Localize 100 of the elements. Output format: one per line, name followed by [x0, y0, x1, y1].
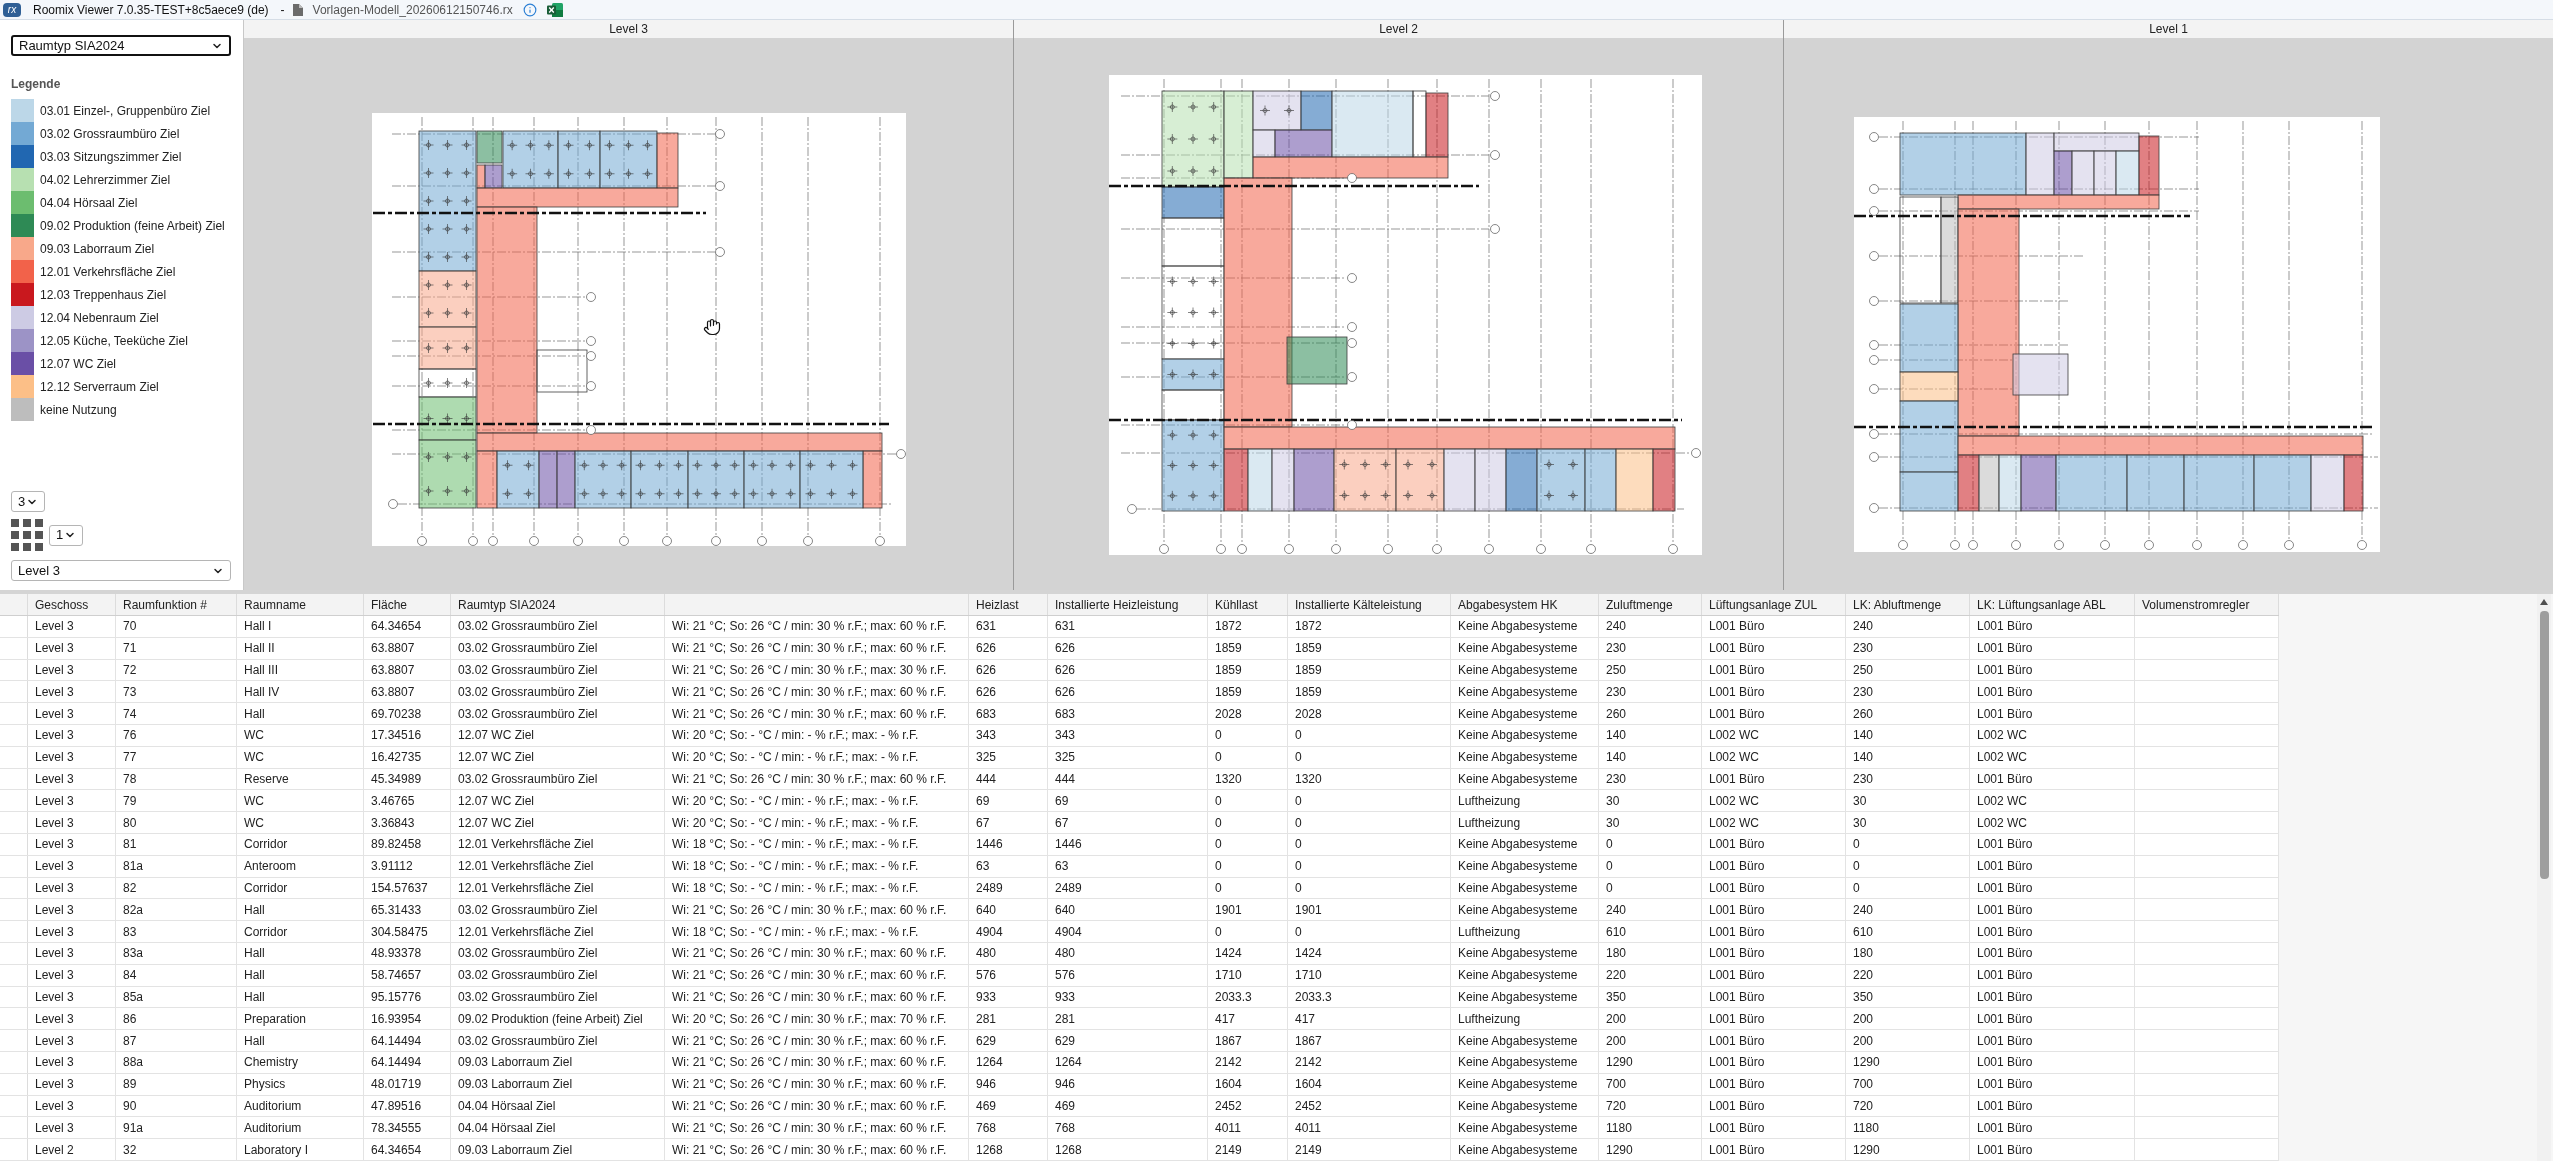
- column-header[interactable]: Lüftungsanlage ZUL: [1702, 594, 1846, 615]
- table-cell: Wi: 21 °C; So: 26 °C / min: 30 % r.F.; max: 60 % r.F.: [665, 703, 969, 724]
- scroll-up-arrow-icon[interactable]: [2540, 599, 2548, 605]
- scrollbar-thumb[interactable]: [2539, 611, 2549, 879]
- grid-layout-icon[interactable]: [11, 519, 43, 551]
- table-cell: 30: [1846, 812, 1970, 833]
- legend-label: 09.02 Produktion (feine Arbeit) Ziel: [40, 217, 225, 235]
- layout-select[interactable]: 1: [49, 524, 83, 546]
- table-cell: L001 Büro: [1702, 921, 1846, 942]
- table-cell: 444: [969, 768, 1048, 790]
- table-cell: Level 3: [28, 986, 116, 1008]
- table-cell: L001 Büro: [1970, 1095, 2135, 1117]
- column-header[interactable]: Geschoss: [28, 594, 116, 615]
- table-cell: 03.02 Grossraumbüro Ziel: [451, 899, 665, 921]
- table-cell: 1424: [1208, 942, 1288, 964]
- table-cell: L001 Büro: [1702, 986, 1846, 1008]
- table-cell: 81a: [116, 855, 237, 877]
- table-cell: Level 3: [28, 746, 116, 768]
- table-cell: L002 WC: [1702, 812, 1846, 833]
- legend-label: keine Nutzung: [40, 401, 117, 419]
- table-cell: 626: [969, 637, 1048, 659]
- table-cell: 70: [116, 616, 237, 637]
- pane-title: Level 1: [1784, 20, 2553, 38]
- table-cell: 576: [1048, 964, 1208, 986]
- table-cell: 1424: [1288, 942, 1451, 964]
- table-cell: 1901: [1288, 899, 1451, 921]
- table-cell: 12.01 Verkehrsfläche Ziel: [451, 855, 665, 877]
- column-header[interactable]: LK: Lüftungsanlage ABL: [1970, 594, 2135, 615]
- table-cell: Level 3: [28, 725, 116, 746]
- table-cell: Wi: 20 °C; So: - °C / min: - % r.F.; max: - % r.F.: [665, 746, 969, 768]
- legend-label: 12.12 Serverraum Ziel: [40, 378, 159, 396]
- column-header[interactable]: Installierte Heizleistung: [1048, 594, 1208, 615]
- table-cell: 1290: [1846, 1051, 1970, 1073]
- table-cell: L001 Büro: [1702, 616, 1846, 637]
- column-header[interactable]: Volumenstromregler: [2135, 594, 2279, 615]
- table-cell: 417: [1288, 1008, 1451, 1030]
- column-header[interactable]: Raumname: [237, 594, 364, 615]
- table-cell: 30: [1846, 790, 1970, 812]
- table-cell: 1859: [1208, 637, 1288, 659]
- table-cell: 81: [116, 833, 237, 855]
- table-cell: Keine Abgabesysteme: [1451, 1117, 1599, 1139]
- table-cell: 16.93954: [364, 1008, 451, 1030]
- column-header[interactable]: Kühllast: [1208, 594, 1288, 615]
- table-cell: 17.34516: [364, 725, 451, 746]
- table-cell: 200: [1599, 1030, 1702, 1051]
- table-cell: Wi: 21 °C; So: 26 °C / min: 30 % r.F.; max: 60 % r.F.: [665, 1030, 969, 1051]
- table-cell: 2149: [1208, 1139, 1288, 1160]
- scrollbar[interactable]: [2537, 594, 2551, 1161]
- table-cell: Anteroom: [237, 855, 364, 877]
- table-cell: 0: [1208, 833, 1288, 855]
- table-cell: 343: [1048, 725, 1208, 746]
- table-cell: 1446: [1048, 833, 1208, 855]
- table-cell: 16.42735: [364, 746, 451, 768]
- table-cell: Keine Abgabesysteme: [1451, 637, 1599, 659]
- legend-label: 12.04 Nebenraum Ziel: [40, 309, 159, 327]
- table-cell: 1290: [1599, 1051, 1702, 1073]
- pane-count-select[interactable]: 3: [11, 491, 45, 512]
- attribute-select[interactable]: Raumtyp SIA2024: [11, 35, 231, 56]
- table-cell: 4904: [969, 921, 1048, 942]
- table-cell: 0: [1288, 725, 1451, 746]
- table-cell: Wi: 21 °C; So: 26 °C / min: 30 % r.F.; max: 60 % r.F.: [665, 637, 969, 659]
- table-cell: Luftheizung: [1451, 921, 1599, 942]
- hand-cursor-icon: [703, 318, 721, 336]
- column-header[interactable]: Raumfunktion #: [116, 594, 237, 615]
- table-cell: L001 Büro: [1970, 942, 2135, 964]
- table-cell: 78.34555: [364, 1117, 451, 1139]
- table-cell: L001 Büro: [1970, 986, 2135, 1008]
- table-cell: L001 Büro: [1702, 877, 1846, 899]
- column-header[interactable]: Heizlast: [969, 594, 1048, 615]
- table-cell: 90: [116, 1095, 237, 1117]
- table-cell: Level 3: [28, 833, 116, 855]
- table-cell: Hall: [237, 899, 364, 921]
- table-cell: L001 Büro: [1702, 703, 1846, 724]
- info-icon[interactable]: [522, 2, 537, 17]
- table-cell: 260: [1846, 703, 1970, 724]
- table-cell: 610: [1846, 921, 1970, 942]
- table-cell: 82: [116, 877, 237, 899]
- table-cell: 250: [1599, 659, 1702, 681]
- table-cell: L001 Büro: [1970, 877, 2135, 899]
- column-header[interactable]: Installierte Kälteleistung: [1288, 594, 1451, 615]
- column-header[interactable]: Abgabesystem HK: [1451, 594, 1599, 615]
- table-cell: Level 3: [28, 1073, 116, 1095]
- table-cell: 83: [116, 921, 237, 942]
- table-cell: 87: [116, 1030, 237, 1051]
- level-select[interactable]: Level 3: [11, 560, 231, 581]
- table-cell: L001 Büro: [1702, 855, 1846, 877]
- table-cell: Hall IV: [237, 681, 364, 703]
- table-cell: Keine Abgabesysteme: [1451, 725, 1599, 746]
- column-header[interactable]: Raumtyp SIA2024: [451, 594, 665, 615]
- table-cell: 82a: [116, 899, 237, 921]
- table-cell: 0: [1208, 790, 1288, 812]
- table-cell: 1859: [1208, 681, 1288, 703]
- column-header[interactable]: LK: Abluftmenge: [1846, 594, 1970, 615]
- table-cell: Wi: 21 °C; So: 26 °C / min: 30 % r.F.; max: 60 % r.F.: [665, 1073, 969, 1095]
- column-header[interactable]: Fläche: [364, 594, 451, 615]
- table-cell: 629: [969, 1030, 1048, 1051]
- column-header[interactable]: Zuluftmenge: [1599, 594, 1702, 615]
- table-cell: 63.8807: [364, 659, 451, 681]
- file-name: Vorlagen-Modell_20260612150746.rx: [312, 1, 513, 19]
- spreadsheet-icon[interactable]: [546, 2, 563, 17]
